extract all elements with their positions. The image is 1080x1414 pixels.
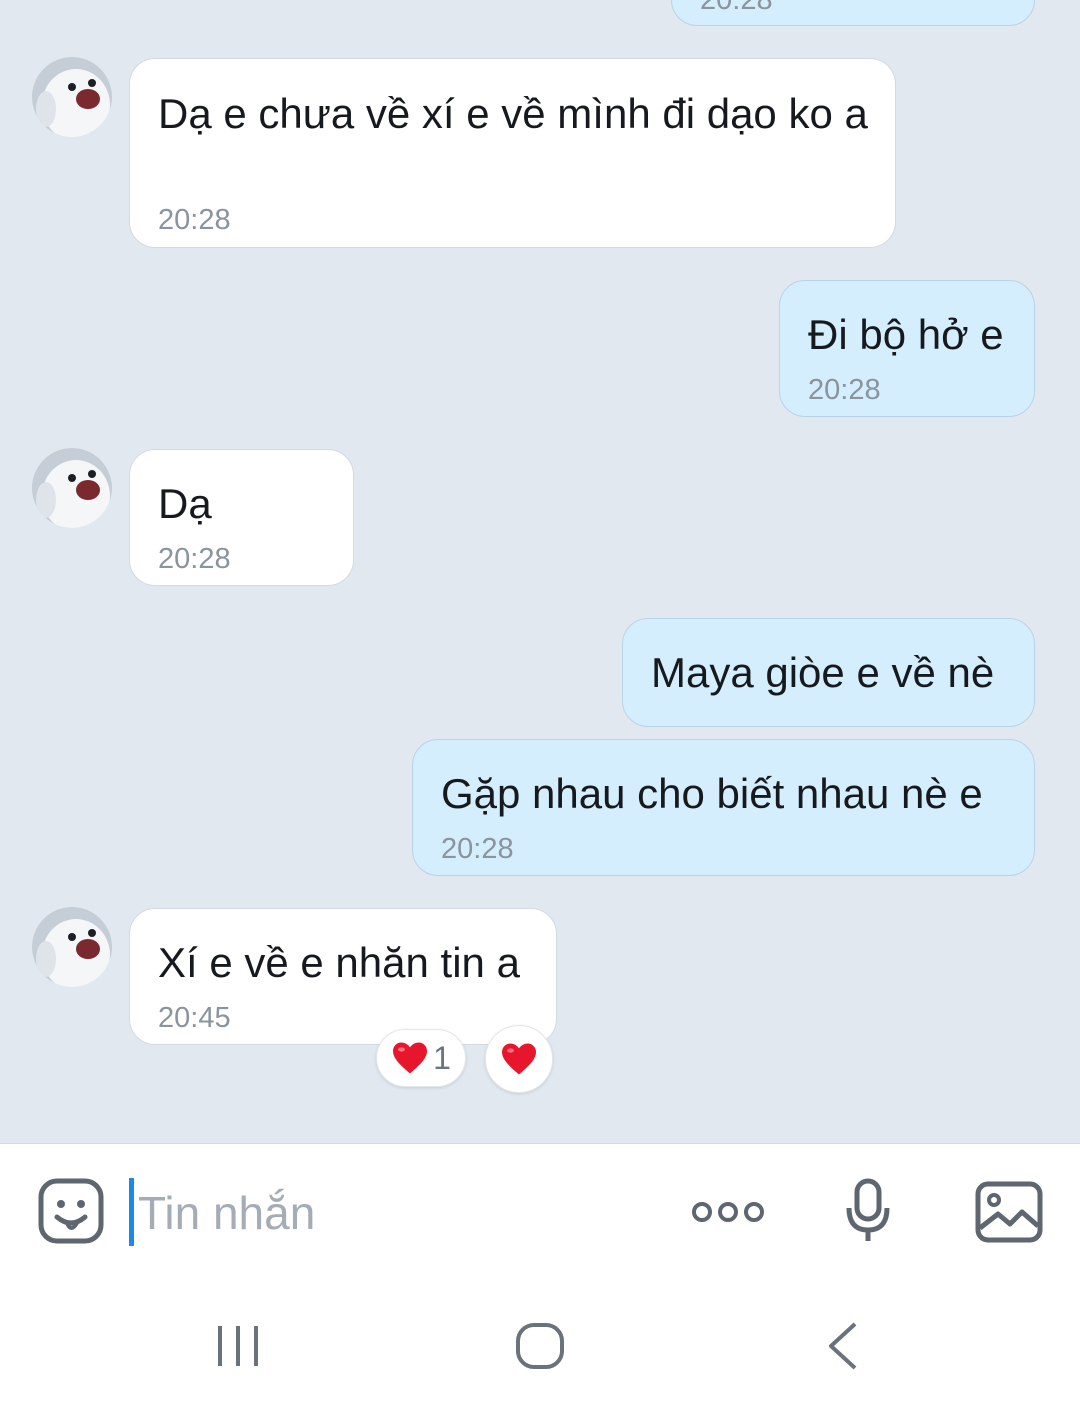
message-text: Maya giòe e về nè [651, 649, 995, 696]
back-button[interactable] [810, 1316, 876, 1376]
outgoing-message[interactable]: Maya giòe e về nè [622, 618, 1035, 727]
text-caret [129, 1178, 134, 1246]
incoming-message[interactable]: Xí e về e nhăn tin a 20:45 [129, 908, 557, 1045]
outgoing-message[interactable]: Đi bộ hở e 20:28 [779, 280, 1035, 417]
message-text: Dạ e chưa về xí e về mình đi dạo ko a [158, 90, 868, 137]
avatar-image-icon [32, 448, 112, 528]
incoming-message[interactable]: Dạ e chưa về xí e về mình đi dạo ko a 20… [129, 58, 896, 248]
message-text: Gặp nhau cho biết nhau nè e [441, 770, 983, 817]
sticker-face-icon [38, 1178, 104, 1244]
sticker-button[interactable] [36, 1176, 106, 1246]
message-time: 20:45 [158, 1002, 231, 1034]
message-text: Đi bộ hở e [808, 311, 1004, 358]
message-time: 20:28 [158, 204, 231, 236]
outgoing-message-partial[interactable]: 20:28 [671, 0, 1035, 26]
message-time: 20:28 [700, 0, 773, 16]
more-button[interactable] [688, 1190, 768, 1234]
gallery-button[interactable] [972, 1176, 1046, 1246]
reaction-count: 1 [433, 1039, 451, 1076]
contact-avatar[interactable] [32, 907, 112, 987]
contact-avatar[interactable] [32, 448, 112, 528]
message-time: 20:28 [158, 543, 231, 575]
add-reaction-button[interactable] [485, 1025, 553, 1093]
incoming-message[interactable]: Dạ 20:28 [129, 449, 354, 586]
recent-apps-button[interactable] [200, 1316, 276, 1376]
home-button[interactable] [505, 1316, 575, 1376]
message-time: 20:28 [808, 374, 881, 406]
avatar-image-icon [32, 907, 112, 987]
heart-emoji-icon [502, 1043, 536, 1075]
message-time: 20:28 [441, 833, 514, 865]
contact-avatar[interactable] [32, 57, 112, 137]
back-icon [829, 1322, 857, 1370]
home-icon [516, 1323, 564, 1369]
microphone-icon [846, 1178, 890, 1241]
message-input[interactable] [138, 1178, 658, 1248]
chat-area[interactable]: 20:28 Dạ e chưa về xí e về mình đi dạo k… [0, 0, 1080, 1143]
message-text: Xí e về e nhăn tin a [158, 939, 520, 986]
heart-emoji-icon [393, 1042, 428, 1074]
message-text: Dạ [158, 480, 212, 527]
recent-apps-icon [218, 1326, 258, 1366]
reaction-summary[interactable]: 1 [376, 1029, 466, 1087]
image-gallery-icon [975, 1181, 1043, 1243]
more-dots-icon [692, 1202, 764, 1222]
avatar-image-icon [32, 57, 112, 137]
outgoing-message[interactable]: Gặp nhau cho biết nhau nè e 20:28 [412, 739, 1035, 876]
microphone-button[interactable] [838, 1176, 898, 1246]
